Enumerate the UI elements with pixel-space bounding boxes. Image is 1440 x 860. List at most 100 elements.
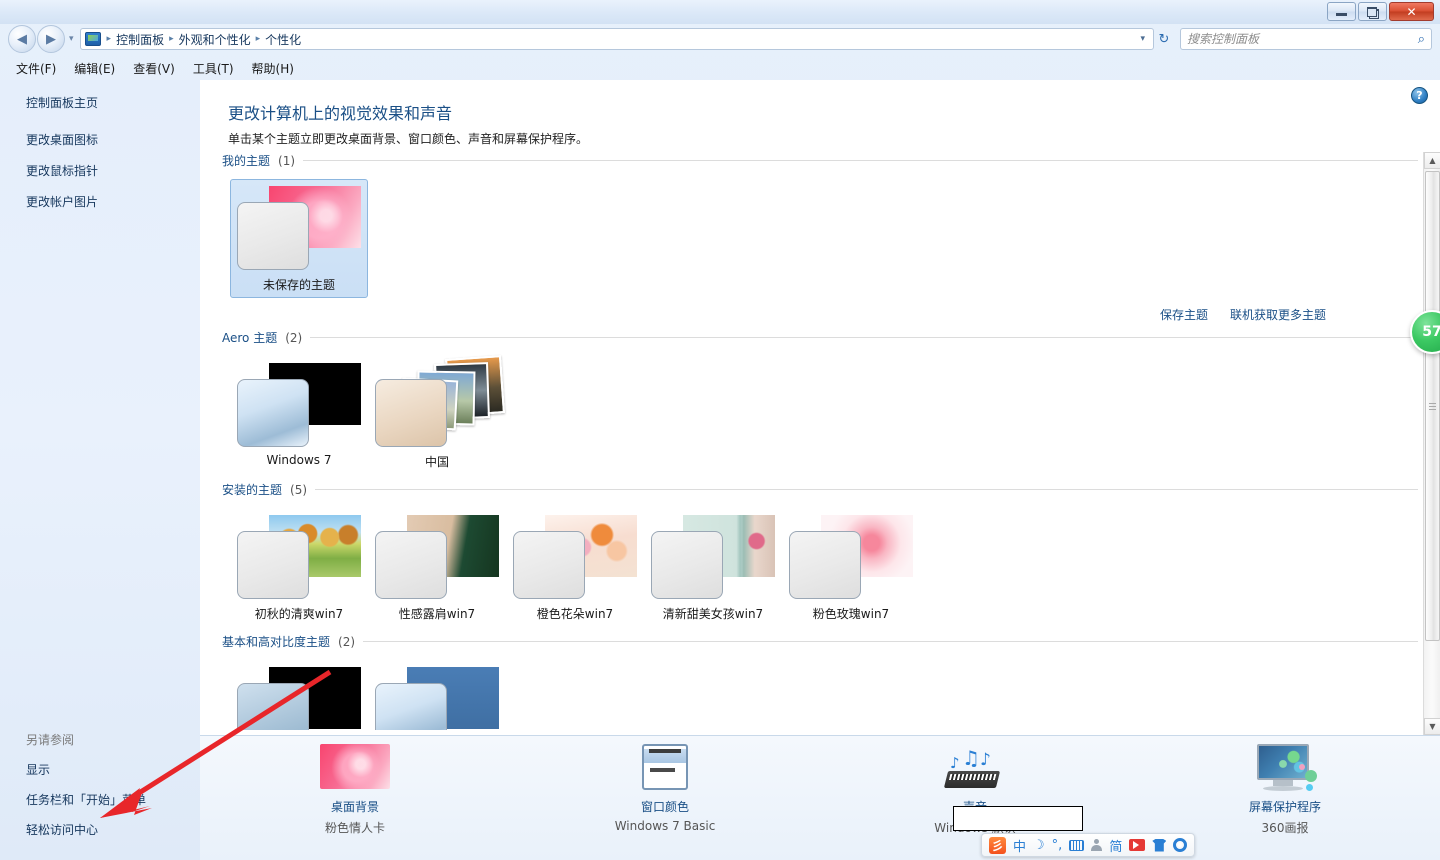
menu-tools[interactable]: 工具(T) — [185, 57, 242, 80]
main-content: ? 更改计算机上的视觉效果和声音 单击某个主题立即更改桌面背景、窗口颜色、声音和… — [200, 80, 1440, 735]
theme-tile-china[interactable]: 中国 — [368, 355, 506, 475]
sidebar-item-change-desktop-icons[interactable]: 更改桌面图标 — [26, 131, 200, 148]
breadcrumb-item-2: 个性化 — [265, 32, 302, 47]
theme-actions: 保存主题 联机获取更多主题 — [222, 306, 1418, 323]
left-sidebar: 控制面板主页 更改桌面图标 更改鼠标指针 更改帐户图片 另请参阅 显示 任务栏和… — [0, 80, 200, 860]
breadcrumb-item-1[interactable]: 外观和个性化 — [176, 30, 254, 49]
theme-window-preview — [375, 531, 447, 599]
address-bar[interactable]: ▸ 控制面板 ▸ 外观和个性化 ▸ 个性化 ▾ — [79, 28, 1154, 50]
scrollbar-thumb[interactable] — [1425, 171, 1440, 641]
detail-label[interactable]: 屏幕保护程序 — [1249, 798, 1321, 815]
theme-thumbnail — [651, 515, 775, 599]
desktop-background-icon — [320, 744, 390, 792]
sidebar-item-ease-of-access-center[interactable]: 轻松访问中心 — [26, 821, 201, 838]
close-button[interactable]: ✕ — [1389, 2, 1434, 21]
menu-edit[interactable]: 编辑(E) — [66, 57, 123, 80]
ime-moon-icon[interactable]: ☽ — [1033, 838, 1045, 853]
theme-thumbnail — [789, 515, 913, 599]
detail-label[interactable]: 桌面背景 — [331, 798, 379, 815]
theme-thumbnail — [375, 515, 499, 599]
page-title: 更改计算机上的视觉效果和声音 — [228, 104, 453, 123]
theme-tile-orange-flower[interactable]: 橙色花朵win7 — [506, 508, 644, 627]
detail-value: Windows 7 Basic — [614, 819, 716, 833]
ime-skin-icon[interactable] — [1152, 838, 1167, 852]
ime-video-icon[interactable] — [1129, 839, 1146, 851]
back-arrow-icon[interactable]: ◀ — [8, 25, 36, 53]
theme-tile-pink-rose[interactable]: 粉色玫瑰win7 — [782, 508, 920, 627]
menu-file[interactable]: 文件(F) — [8, 57, 64, 80]
window-controls: ✕ — [1327, 2, 1434, 21]
scroll-down-button[interactable]: ▼ — [1424, 718, 1440, 735]
sidebar-item-change-mouse-pointer[interactable]: 更改鼠标指针 — [26, 162, 200, 179]
theme-window-preview — [789, 531, 861, 599]
minimize-button[interactable] — [1327, 2, 1356, 21]
chevron-down-icon[interactable]: ▾ — [1136, 34, 1149, 44]
detail-desktop-background[interactable]: 桌面背景 粉色情人卡 — [200, 736, 510, 836]
theme-thumbnail — [513, 515, 637, 599]
theme-tile-autumn[interactable]: 初秋的清爽win7 — [230, 508, 368, 627]
theme-tile-unsaved[interactable]: 未保存的主题 — [230, 179, 368, 298]
refresh-icon[interactable]: ↻ — [1154, 29, 1174, 49]
group-title: Aero 主题 — [222, 331, 278, 345]
ime-language-icon[interactable]: 中 — [1013, 836, 1026, 855]
breadcrumb-separator-1: ▸ — [169, 34, 174, 44]
history-dropdown-icon[interactable]: ▾ — [69, 34, 74, 44]
theme-tile-sweet-girl[interactable]: 清新甜美女孩win7 — [644, 508, 782, 627]
theme-tile-basic-1[interactable] — [230, 660, 368, 730]
theme-tile-basic-2[interactable] — [368, 660, 506, 730]
vertical-scrollbar[interactable]: ▲ ▼ — [1423, 152, 1440, 735]
search-icon[interactable]: ⌕ — [1418, 32, 1425, 47]
ime-simplified-icon[interactable]: 简 — [1109, 836, 1122, 855]
ime-person-icon[interactable] — [1091, 839, 1103, 851]
theme-row: 未保存的主题 — [222, 179, 1418, 298]
menu-help[interactable]: 帮助(H) — [244, 57, 302, 80]
scroll-up-button[interactable]: ▲ — [1424, 152, 1440, 169]
group-divider — [310, 337, 1418, 338]
see-also-heading: 另请参阅 — [26, 733, 75, 747]
theme-row — [222, 660, 1418, 730]
theme-group-aero: Aero 主题 (2) Windows 7 中国 — [222, 329, 1418, 475]
detail-label[interactable]: 窗口颜色 — [641, 798, 689, 815]
group-count: (5) — [290, 482, 308, 497]
ime-keyboard-icon[interactable] — [1069, 839, 1085, 851]
group-title: 安装的主题 — [222, 483, 283, 497]
theme-label: 橙色花朵win7 — [536, 607, 614, 621]
sidebar-item-control-panel-home[interactable]: 控制面板主页 — [26, 94, 200, 111]
forward-arrow-icon[interactable]: ▶ — [37, 25, 65, 53]
screen-root: ✕ ◀ ▶ ▾ ▸ 控制面板 ▸ 外观和个性化 ▸ 个性化 ▾ ↻ 搜索控制面板… — [0, 0, 1440, 860]
sidebar-item-taskbar-start-menu[interactable]: 任务栏和「开始」菜单 — [26, 791, 201, 808]
detail-screensaver[interactable]: 屏幕保护程序 360画报 — [1130, 736, 1440, 836]
theme-window-preview — [375, 379, 447, 447]
save-theme-link[interactable]: 保存主题 — [1160, 306, 1208, 323]
restore-button[interactable] — [1358, 2, 1387, 21]
group-title: 基本和高对比度主题 — [222, 635, 331, 649]
text-input-overlay[interactable] — [953, 806, 1083, 831]
ime-punctuation-icon[interactable]: °, — [1052, 838, 1063, 853]
search-box[interactable]: ⌕ — [1180, 28, 1432, 50]
sound-icon: ♪ ♫ ♪ — [940, 744, 1010, 792]
theme-tile-windows7[interactable]: Windows 7 — [230, 356, 368, 475]
theme-group-installed: 安装的主题 (5) 初秋的清爽win7 性感露肩win7 橙色花朵win7 清新… — [222, 481, 1418, 627]
get-more-themes-link[interactable]: 联机获取更多主题 — [1230, 306, 1326, 323]
breadcrumb-separator-0: ▸ — [106, 34, 112, 44]
menu-bar: 文件(F) 编辑(E) 查看(V) 工具(T) 帮助(H) — [0, 56, 1440, 80]
ime-gear-icon[interactable] — [1173, 838, 1188, 852]
ime-toolbar[interactable]: 彡 中 ☽ °, 简 — [981, 833, 1196, 857]
title-bar: ✕ — [0, 0, 1440, 24]
theme-thumbnail — [237, 363, 361, 447]
theme-window-preview — [237, 202, 309, 270]
theme-tile-shoulder[interactable]: 性感露肩win7 — [368, 508, 506, 627]
detail-window-color[interactable]: 窗口颜色 Windows 7 Basic — [510, 736, 820, 833]
help-icon[interactable]: ? — [1411, 87, 1428, 104]
breadcrumb-item-0[interactable]: 控制面板 — [113, 30, 167, 49]
sidebar-item-display[interactable]: 显示 — [26, 761, 201, 778]
group-count: (2) — [338, 634, 356, 649]
search-input[interactable] — [1187, 32, 1418, 46]
menu-view[interactable]: 查看(V) — [125, 57, 183, 80]
group-header: 我的主题 (1) — [222, 152, 1418, 169]
sidebar-item-change-account-picture[interactable]: 更改帐户图片 — [26, 193, 200, 210]
control-panel-window: ✕ ◀ ▶ ▾ ▸ 控制面板 ▸ 外观和个性化 ▸ 个性化 ▾ ↻ 搜索控制面板… — [0, 0, 1440, 860]
ime-logo-icon[interactable]: 彡 — [989, 836, 1006, 854]
group-count: (1) — [278, 153, 296, 168]
theme-window-preview — [237, 531, 309, 599]
